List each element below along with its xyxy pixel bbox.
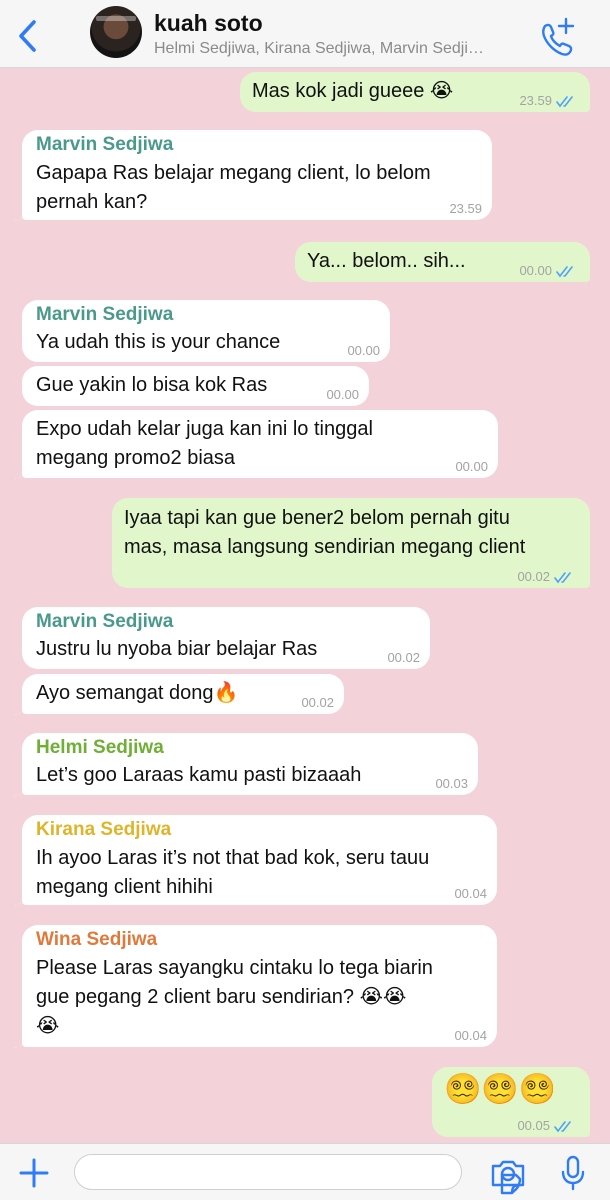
composer-bar [0, 1143, 610, 1200]
message-line: Ih ayoo Laras it’s not that bad kok, ser… [36, 847, 430, 869]
message-time: 00.00 [347, 343, 380, 358]
sender-name: Kirana Sedjiwa [36, 819, 172, 840]
message-line: 😭 [36, 1015, 60, 1037]
message-line: megang client hihihi [36, 876, 213, 898]
message-time: 00.02 [301, 695, 334, 710]
bubble-tail [13, 461, 31, 479]
bubble-tail [13, 778, 31, 796]
message-time: 00.03 [435, 776, 468, 791]
message-time: 00.04 [454, 1028, 487, 1043]
sender-name: Marvin Sedjiwa [36, 304, 174, 325]
message-time: 00.00 [519, 263, 552, 278]
sender-name: Marvin Sedjiwa [36, 611, 174, 632]
message-text: Mas kok jadi gueee 😭 [252, 80, 454, 102]
message-time: 00.04 [454, 886, 487, 901]
message-time: 00.05 [517, 1118, 550, 1133]
incoming-message[interactable]: Marvin Sedjiwa Justru lu nyoba biar bela… [22, 607, 430, 669]
message-text: Gue yakin lo bisa kok Ras [36, 374, 268, 396]
sender-name: Wina Sedjiwa [36, 929, 158, 950]
incoming-message[interactable]: Helmi Sedjiwa Let’s goo Laraas kamu past… [13, 733, 478, 796]
read-checks-icon [556, 266, 573, 278]
message-line: mas, masa langsung sendirian megang clie… [124, 536, 526, 558]
bubble-tail [581, 571, 599, 589]
incoming-message[interactable]: Marvin Sedjiwa Gapapa Ras belajar megang… [13, 130, 492, 221]
chat-participants[interactable]: Helmi Sedjiwa, Kirana Sedjiwa, Marvin Se… [154, 40, 530, 58]
message-time: 00.00 [326, 387, 359, 402]
camera-icon[interactable] [490, 1158, 526, 1188]
incoming-message[interactable]: Ayo semangat dong🔥 00.02 [13, 674, 344, 715]
message-time: 23.59 [519, 93, 552, 108]
incoming-message[interactable]: Wina Sedjiwa Please Laras sayangku cinta… [13, 925, 497, 1048]
read-checks-icon [556, 96, 573, 108]
incoming-message[interactable]: Expo udah kelar juga kan ini lo tinggal … [13, 410, 498, 479]
group-avatar[interactable] [90, 6, 142, 58]
message-text: 😵‍💫😵‍💫😵‍💫 [444, 1073, 557, 1106]
add-call-icon[interactable] [536, 16, 578, 56]
message-input[interactable] [74, 1154, 522, 1195]
message-time: 00.02 [517, 569, 550, 584]
message-text: Justru lu nyoba biar belajar Ras [36, 638, 318, 660]
sender-name: Helmi Sedjiwa [36, 737, 164, 758]
message-text: Ayo semangat dong🔥 [36, 682, 239, 704]
sender-name: Marvin Sedjiwa [36, 134, 174, 155]
outgoing-message[interactable]: Iyaa tapi kan gue bener2 belom pernah gi… [112, 498, 599, 589]
message-line: Gapapa Ras belajar megang client, lo bel… [36, 162, 431, 184]
plus-icon[interactable] [18, 1157, 50, 1189]
message-time: 00.00 [455, 459, 488, 474]
outgoing-message[interactable]: Ya... belom.. sih... 00.00 [295, 242, 599, 283]
incoming-message[interactable]: Marvin Sedjiwa Ya udah this is your chan… [22, 300, 390, 362]
outgoing-message[interactable]: 😵‍💫😵‍💫😵‍💫 00.05 [432, 1067, 599, 1138]
message-line: Please Laras sayangku cintaku lo tega bi… [36, 957, 433, 979]
read-checks-icon [554, 1121, 571, 1133]
bubble-tail [13, 203, 31, 221]
bubble-tail [581, 265, 599, 283]
message-text: Ya... belom.. sih... [307, 250, 466, 272]
bubble-tail [581, 1120, 599, 1138]
chat-title[interactable]: kuah soto [154, 10, 263, 37]
chat-header: kuah soto Helmi Sedjiwa, Kirana Sedjiwa,… [0, 0, 610, 68]
bubble-tail [13, 888, 31, 906]
microphone-icon[interactable] [558, 1154, 588, 1192]
message-text: Let’s goo Laraas kamu pasti bizaaah [36, 764, 362, 786]
read-checks-icon [554, 572, 571, 584]
message-text: Ya udah this is your chance [36, 331, 281, 353]
bubble-tail [581, 95, 599, 113]
bubble-tail [13, 1030, 31, 1048]
message-line: Expo udah kelar juga kan ini lo tinggal [36, 418, 373, 440]
bubble-tail [13, 697, 31, 715]
message-line: megang promo2 biasa [36, 447, 236, 469]
outgoing-message[interactable]: Mas kok jadi gueee 😭 23.59 [240, 72, 599, 113]
message-line: pernah kan? [36, 191, 148, 213]
message-time: 00.02 [387, 650, 420, 665]
incoming-message[interactable]: Gue yakin lo bisa kok Ras 00.00 [22, 366, 369, 406]
message-time: 23.59 [449, 201, 482, 216]
message-line: Iyaa tapi kan gue bener2 belom pernah gi… [124, 507, 510, 529]
chevron-left-icon[interactable] [14, 18, 42, 54]
incoming-message[interactable]: Kirana Sedjiwa Ih ayoo Laras it’s not th… [13, 815, 497, 906]
message-line: gue pegang 2 client baru sendirian? 😭😭 [36, 986, 407, 1008]
